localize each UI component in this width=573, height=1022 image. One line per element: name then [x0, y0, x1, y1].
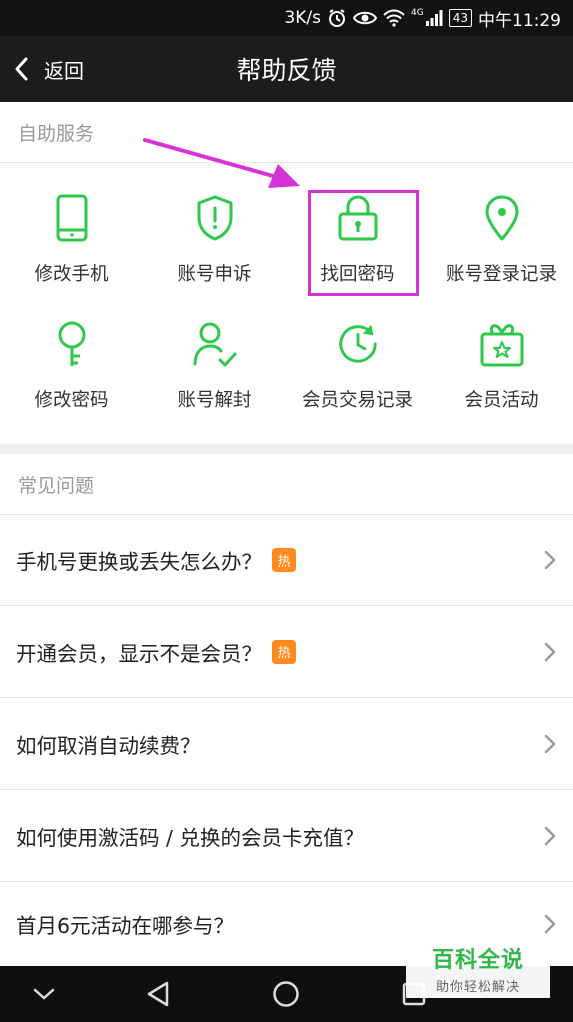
- faq-item-cancel-renewal[interactable]: 如何取消自动续费？: [0, 697, 573, 789]
- service-label: 会员交易记录: [301, 390, 413, 411]
- service-label: 账号解封: [177, 390, 252, 411]
- faq-question: 如何使用激活码 / 兑换的会员卡充值？: [16, 825, 364, 850]
- faq-question: 手机号更换或丢失怎么办？: [16, 550, 262, 574]
- wifi-icon: [383, 8, 405, 28]
- service-member-transactions[interactable]: 会员交易记录: [286, 318, 429, 412]
- user-check-icon: [192, 318, 238, 370]
- annotation-highlight-box: [308, 190, 419, 296]
- service-change-password[interactable]: 修改密码: [0, 318, 143, 412]
- watermark-title: 百科全说: [431, 947, 524, 973]
- chevron-right-icon: [544, 826, 556, 845]
- clock: 中午11:29: [478, 10, 561, 31]
- service-account-unblock[interactable]: 账号解封: [143, 318, 286, 412]
- hide-nav-button[interactable]: [14, 966, 74, 1022]
- faq-question: 开通会员，显示不是会员？: [16, 641, 262, 666]
- service-account-appeal[interactable]: 账号申诉: [143, 192, 286, 286]
- service-label: 账号申诉: [177, 264, 252, 285]
- hot-badge: 热: [272, 639, 296, 664]
- section-divider: [0, 444, 573, 454]
- eye-icon: [353, 8, 378, 28]
- battery-icon: 43: [448, 9, 472, 27]
- service-label: 会员活动: [464, 390, 539, 411]
- network-type: 4G: [411, 8, 424, 18]
- watermark-subtitle: 助你轻松解决: [435, 979, 520, 995]
- location-pin-icon: [479, 192, 525, 244]
- back-label: 返回: [44, 58, 84, 83]
- chevron-down-icon: [33, 988, 55, 1000]
- alarm-icon: [327, 8, 347, 28]
- chevron-left-icon: [15, 57, 28, 81]
- circle-home-icon: [273, 981, 299, 1007]
- service-change-phone[interactable]: 修改手机: [0, 192, 143, 286]
- chevron-right-icon: [544, 550, 556, 570]
- watermark-logo: 百科全说 助你轻松解决: [406, 938, 550, 998]
- chevron-right-icon: [544, 914, 556, 934]
- service-login-records[interactable]: 账号登录记录: [430, 192, 573, 286]
- back-button[interactable]: 返回: [14, 36, 84, 102]
- service-label: 账号登录记录: [445, 264, 557, 285]
- page-title: 帮助反馈: [236, 56, 337, 85]
- faq-question: 如何取消自动续费？: [16, 733, 201, 758]
- faq-header: 常见问题: [18, 474, 95, 497]
- gift-icon: [479, 318, 525, 370]
- chevron-right-icon: [544, 734, 556, 753]
- nav-back-button[interactable]: [128, 966, 188, 1022]
- clock-refresh-icon: [335, 318, 381, 370]
- network-speed: 3K/s: [284, 8, 322, 28]
- triangle-back-icon: [147, 981, 169, 1007]
- service-label: 修改密码: [34, 390, 109, 411]
- service-member-activities[interactable]: 会员活动: [430, 318, 573, 412]
- faq-item-not-member[interactable]: 开通会员，显示不是会员？ 热: [0, 605, 573, 697]
- signal-icon: 4G: [411, 8, 443, 28]
- faq-item-phone-lost[interactable]: 手机号更换或丢失怎么办？ 热: [0, 514, 573, 605]
- hot-badge: 热: [272, 548, 296, 572]
- faq-question: 首月6元活动在哪参与？: [16, 914, 235, 938]
- nav-home-button[interactable]: [256, 966, 316, 1022]
- key-icon: [49, 318, 95, 370]
- faq-item-activation-code[interactable]: 如何使用激活码 / 兑换的会员卡充值？: [0, 789, 573, 881]
- service-label: 修改手机: [34, 264, 109, 285]
- title-bar: 返回 帮助反馈: [0, 36, 573, 102]
- chevron-right-icon: [544, 642, 556, 661]
- shield-icon: [192, 192, 238, 244]
- phone-icon: [49, 192, 95, 244]
- status-bar: 3K/s 4G 43 中午11:29: [0, 0, 573, 36]
- annotation-arrow-icon: [143, 138, 300, 188]
